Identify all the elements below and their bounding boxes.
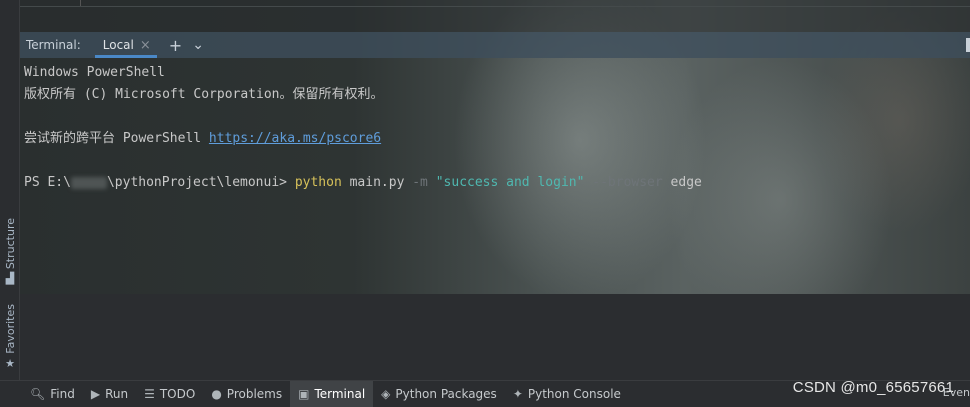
structure-tab-label: Structure <box>3 218 17 270</box>
terminal-output[interactable]: Windows PowerShell 版权所有 (C) Microsoft Co… <box>24 62 964 292</box>
python-packages-label: Python Packages <box>395 387 497 401</box>
chevron-down-icon[interactable]: ⌄ <box>192 37 204 53</box>
favorites-tab[interactable]: Favorites ★ <box>1 304 19 370</box>
terminal-line: Windows PowerShell <box>24 62 964 84</box>
command-arg: edge <box>662 175 702 190</box>
python-icon: ✦ <box>512 387 523 401</box>
prompt-text: PS E:\ <box>24 175 71 190</box>
run-button[interactable]: ▶ Run <box>83 381 136 407</box>
terminal-text: 尝试新的跨平台 PowerShell <box>24 131 209 146</box>
event-log-button[interactable]: Even <box>943 386 970 399</box>
search-icon: 🔍︎ <box>30 387 46 401</box>
tab-local-label: Local <box>102 38 134 52</box>
tab-local[interactable]: Local × <box>94 32 157 58</box>
empty-panel-area <box>20 294 970 380</box>
structure-tab[interactable]: Structure ▟ <box>1 218 19 285</box>
play-icon: ▶ <box>90 387 101 401</box>
terminal-icon: ▣ <box>298 387 310 401</box>
find-button[interactable]: 🔍︎ Find <box>22 381 83 407</box>
terminal-header: Terminal: Local × + ⌄ <box>20 32 970 58</box>
divider <box>20 6 970 7</box>
terminal-text: Windows PowerShell <box>24 65 165 80</box>
python-console-button[interactable]: ✦ Python Console <box>505 381 629 407</box>
terminal-line: 版权所有 (C) Microsoft Corporation。保留所有权利。 <box>24 84 964 106</box>
star-icon: ★ <box>5 356 15 370</box>
terminal-button[interactable]: ▣ Terminal <box>290 381 374 407</box>
favorites-tab-label: Favorites <box>3 304 17 354</box>
terminal-line: 尝试新的跨平台 PowerShell https://aka.ms/pscore… <box>24 128 964 150</box>
editor-top-strip <box>20 0 970 32</box>
python-console-label: Python Console <box>527 387 621 401</box>
terminal-title: Terminal: <box>26 38 81 52</box>
close-icon[interactable]: × <box>140 38 151 53</box>
problems-button[interactable]: ● Problems <box>203 381 290 407</box>
command-option: -m <box>412 175 428 190</box>
terminal-label: Terminal <box>314 387 366 401</box>
todo-button[interactable]: ☰ TODO <box>136 381 203 407</box>
command-arg: main.py <box>341 175 413 190</box>
add-terminal-button[interactable]: + <box>169 36 182 55</box>
command-line: PS E:\ \pythonProject\lemonui> python mai… <box>24 172 964 194</box>
problems-label: Problems <box>226 387 283 401</box>
watermark-text: CSDN @m0_65657661 <box>792 379 954 396</box>
command-name: python <box>294 175 342 190</box>
prompt-text: \pythonProject\lemonui> <box>106 175 295 190</box>
structure-icon: ▟ <box>5 272 15 286</box>
todo-label: TODO <box>159 387 196 401</box>
list-icon: ☰ <box>144 387 155 401</box>
pscore-link[interactable]: https://aka.ms/pscore6 <box>209 131 381 146</box>
python-packages-button[interactable]: ◈ Python Packages <box>373 381 505 407</box>
command-option: --browser <box>592 175 663 190</box>
terminal-text: 版权所有 (C) Microsoft Corporation。保留所有权利。 <box>24 87 384 102</box>
header-edge-marker <box>966 38 970 52</box>
left-tool-strip: Structure ▟ Favorites ★ <box>0 0 20 380</box>
packages-icon: ◈ <box>381 387 391 401</box>
find-label: Find <box>50 387 75 401</box>
redacted-path <box>70 176 107 189</box>
command-string: "success and login" <box>427 175 593 190</box>
run-label: Run <box>105 387 129 401</box>
problems-icon: ● <box>211 387 222 401</box>
